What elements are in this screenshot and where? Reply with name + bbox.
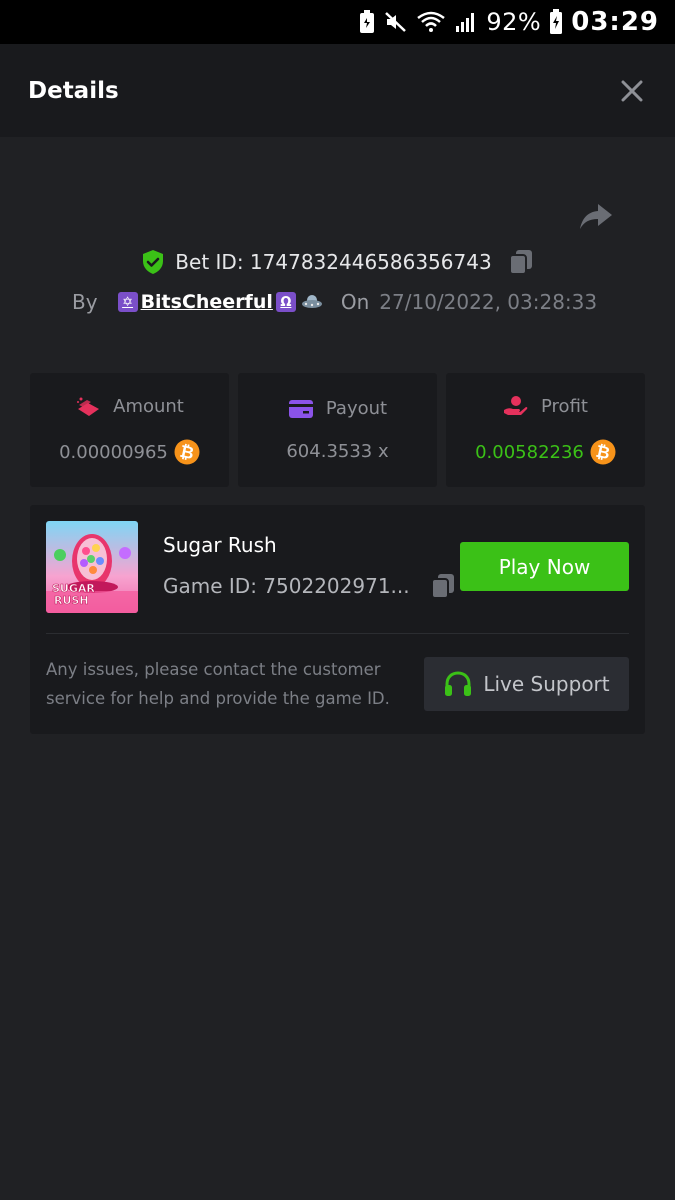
profit-label: Profit <box>541 395 588 417</box>
bet-author-row: By ✡ BitsCheerful Ω On 27/10/2022, 03:28… <box>72 284 597 320</box>
status-bar: 92% 03:29 <box>0 0 675 44</box>
profit-card: Profit 0.00582236 ₿ <box>446 373 645 487</box>
star-of-david-emoji-icon: ✡ <box>117 292 138 312</box>
bitcoin-icon: ₿ <box>590 439 616 465</box>
amount-label: Amount <box>113 395 184 417</box>
by-label: By <box>72 290 98 314</box>
payout-card: Payout 604.3533 x <box>238 373 437 487</box>
bet-stats: Amount 0.00000965 ₿ Payout 604.3533 x Pr… <box>30 373 645 487</box>
divider <box>46 633 629 634</box>
omega-emoji-icon: Ω <box>275 292 296 312</box>
profit-value: 0.00582236 <box>475 441 584 463</box>
support-notice: Any issues, please contact the customer … <box>46 660 390 708</box>
battery-percent: 92% <box>486 8 542 36</box>
amount-icon <box>75 395 101 417</box>
live-support-label: Live Support <box>483 672 610 696</box>
close-icon <box>621 80 643 101</box>
play-now-button[interactable]: Play Now <box>460 542 629 591</box>
username-text: BitsCheerful <box>140 291 273 313</box>
game-id-row: Game ID: 7502202971... <box>163 572 456 600</box>
bet-date: 27/10/2022, 03:28:33 <box>379 290 598 314</box>
mute-icon <box>384 10 408 34</box>
game-id: Game ID: 7502202971... <box>163 574 410 598</box>
signal-icon <box>454 10 478 34</box>
battery-icon <box>549 9 563 35</box>
game-thumbnail[interactable]: SUGAR RUSH <box>46 521 138 613</box>
amount-value: 0.00000965 <box>59 441 168 463</box>
payout-icon <box>288 399 314 419</box>
username-link[interactable]: ✡ BitsCheerful Ω <box>117 291 323 313</box>
share-icon <box>580 204 612 229</box>
on-label: On <box>340 290 370 314</box>
thumb-title-line2: RUSH <box>54 594 89 607</box>
verified-shield-icon <box>141 249 165 275</box>
game-card: SUGAR RUSH Sugar Rush Game ID: 750220297… <box>30 505 645 734</box>
ufo-emoji-icon <box>301 293 323 311</box>
live-support-button[interactable]: Live Support <box>424 657 629 711</box>
wifi-icon <box>416 10 446 34</box>
copy-game-id-icon[interactable] <box>430 572 456 600</box>
share-button[interactable] <box>578 198 614 234</box>
close-button[interactable] <box>617 76 647 106</box>
payout-value: 604.3533 x <box>286 441 389 462</box>
amount-card: Amount 0.00000965 ₿ <box>30 373 229 487</box>
copy-bet-id-icon[interactable] <box>508 248 534 276</box>
bet-id: Bet ID: 1747832446586356743 <box>175 250 492 274</box>
bitcoin-icon: ₿ <box>174 439 200 465</box>
clock: 03:29 <box>571 7 659 37</box>
headset-icon <box>443 670 473 698</box>
bet-id-row: Bet ID: 1747832446586356743 <box>0 244 675 280</box>
game-name: Sugar Rush <box>163 533 277 557</box>
page-title: Details <box>28 77 119 104</box>
payout-label: Payout <box>325 398 388 419</box>
battery-saver-icon <box>358 10 376 34</box>
details-header: Details <box>0 44 675 137</box>
profit-icon <box>503 395 529 417</box>
